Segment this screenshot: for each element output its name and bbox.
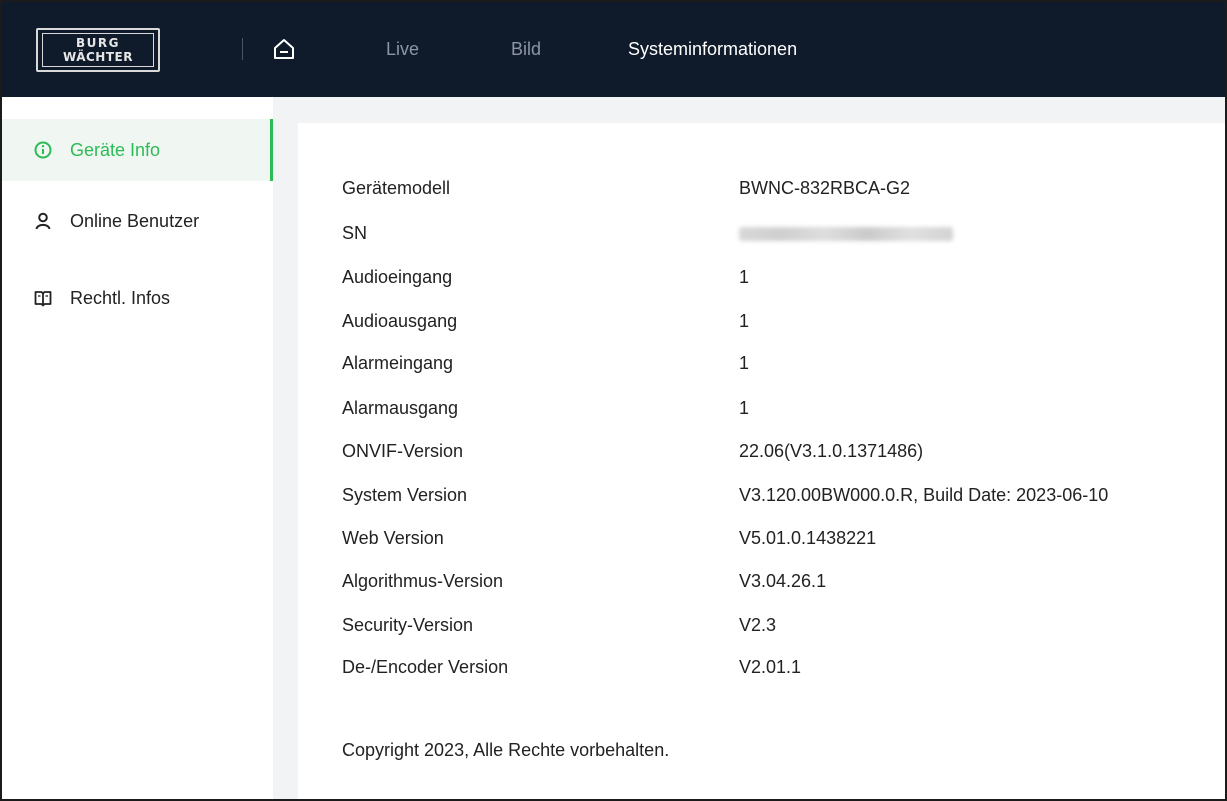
book-icon [34, 291, 52, 307]
info-label: Audioeingang [342, 267, 453, 287]
info-label: ONVIF-Version [342, 441, 464, 461]
info-label: SN [342, 223, 368, 243]
info-value: 1 [739, 398, 750, 418]
info-label: De-/Encoder Version [342, 657, 509, 677]
logo-box: BURG WÄCHTER [42, 33, 154, 67]
sidebar-item-rechtl-infos[interactable]: Rechtl. Infos [2, 267, 273, 329]
nav-systeminformationen[interactable]: Systeminformationen [628, 38, 797, 60]
info-value: 1 [739, 311, 750, 331]
info-label: Security-Version [342, 615, 474, 635]
info-label: Algorithmus-Version [342, 571, 504, 591]
sidebar-item-label: Rechtl. Infos [70, 287, 171, 308]
serial-number-redacted [739, 227, 953, 241]
sidebar-item-label: Geräte Info [70, 139, 161, 160]
info-label: System Version [342, 485, 468, 505]
nav-live[interactable]: Live [386, 38, 419, 60]
top-navigation-bar: BURG WÄCHTER Live Bild Systeminformation… [2, 2, 1225, 97]
info-value: V5.01.0.1438221 [739, 528, 877, 548]
user-icon [35, 212, 51, 230]
info-value: V2.3 [739, 615, 777, 635]
sidebar-item-online-benutzer[interactable]: Online Benutzer [2, 190, 273, 252]
info-label: Web Version [342, 528, 444, 548]
info-value: 22.06(V3.1.0.1371486) [739, 441, 924, 461]
copyright-text: Copyright 2023, Alle Rechte vorbehalten. [342, 740, 670, 760]
logo-text-bottom: WÄCHTER [63, 50, 133, 64]
info-value: V3.04.26.1 [739, 571, 827, 591]
info-value: 1 [739, 267, 750, 287]
burg-waechter-logo[interactable]: BURG WÄCHTER [36, 28, 160, 72]
info-label: Gerätemodell [342, 178, 451, 198]
home-icon[interactable] [272, 37, 296, 61]
sidebar: Geräte Info Online Benutzer Rechtl. Info… [2, 97, 273, 799]
info-label: Audioausgang [342, 311, 458, 331]
info-circle-icon [34, 141, 52, 159]
sidebar-item-label: Online Benutzer [70, 210, 200, 231]
info-value: 1 [739, 353, 750, 373]
info-value: BWNC-832RBCA-G2 [739, 178, 911, 198]
info-value: V2.01.1 [739, 657, 802, 677]
logo-text-top: BURG [76, 36, 120, 50]
sidebar-item-geraete-info[interactable]: Geräte Info [2, 119, 273, 181]
nav-bild[interactable]: Bild [511, 38, 541, 60]
info-label: Alarmeingang [342, 353, 454, 373]
info-label: Alarmausgang [342, 398, 459, 418]
info-value: V3.120.00BW000.0.R, Build Date: 2023-06-… [739, 485, 1109, 505]
app-window: BURG WÄCHTER Live Bild Systeminformation… [0, 0, 1227, 801]
header-divider [242, 38, 243, 60]
device-info-panel: Gerätemodell BWNC-832RBCA-G2 SN Audioein… [298, 123, 1225, 799]
